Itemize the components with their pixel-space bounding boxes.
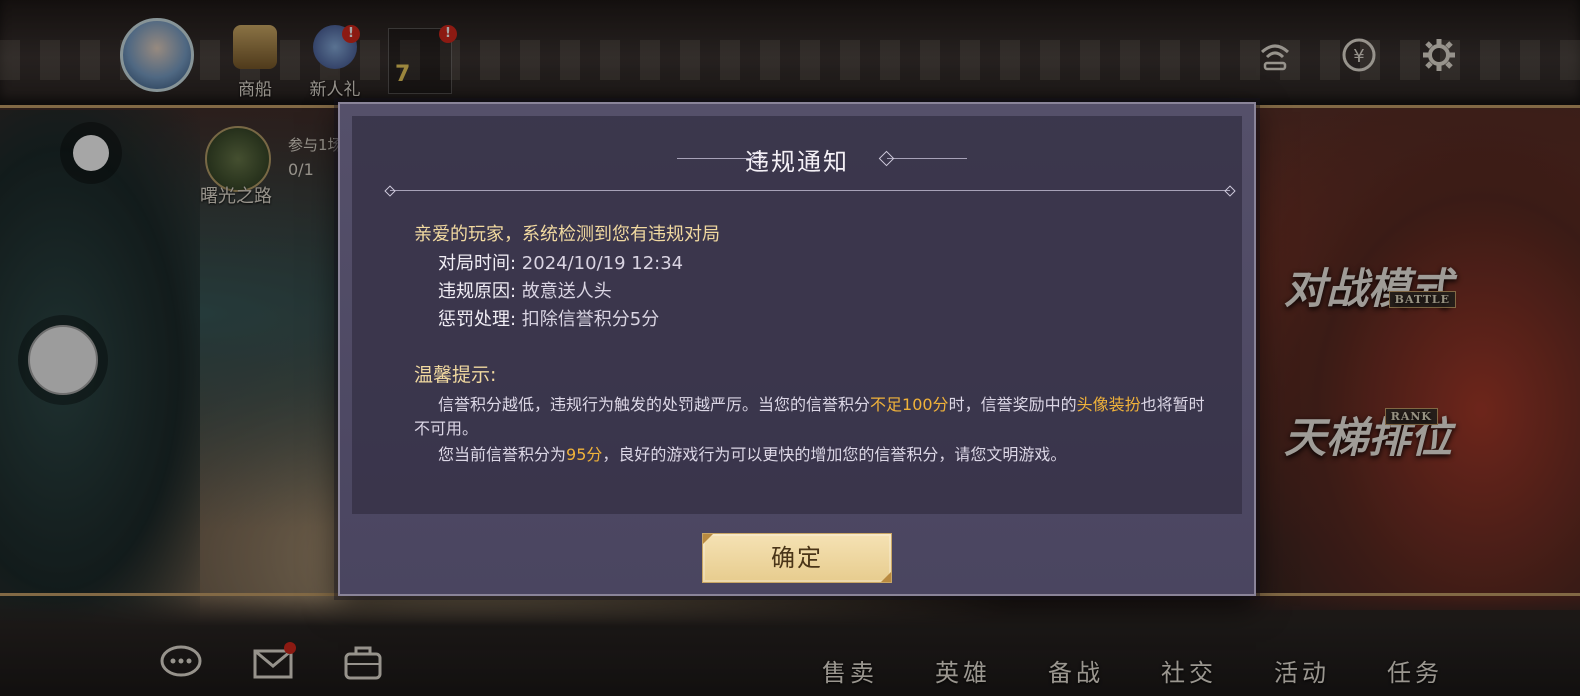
notice-body: 亲爱的玩家，系统检测到您有违规对局 对局时间: 2024/10/19 12:34… [414, 220, 1214, 467]
title-divider [390, 190, 1230, 191]
penalty-row: 惩罚处理: 扣除信誉积分5分 [438, 309, 660, 330]
tip-paragraph-2: 您当前信誉积分为95分，良好的游戏行为可以更快的增加您的信誉积分，请您文明游戏。 [438, 445, 1067, 464]
tip-paragraph-1: 信誉积分越低，违规行为触发的处罚越严厉。当您的信誉积分不足100分时，信誉奖励中… [414, 395, 1205, 438]
dialog-title: 违规通知 [745, 148, 849, 176]
match-time-row: 对局时间: 2024/10/19 12:34 [438, 253, 684, 274]
tip-title: 温馨提示: [414, 364, 497, 386]
greeting-text: 亲爱的玩家，系统检测到您有违规对局 [414, 224, 720, 245]
violation-notice-dialog: 违规通知 亲爱的玩家，系统检测到您有违规对局 对局时间: 2024/10/19 … [338, 102, 1256, 596]
dialog-content-panel: 违规通知 亲爱的玩家，系统检测到您有违规对局 对局时间: 2024/10/19 … [352, 116, 1242, 514]
confirm-button[interactable]: 确定 [702, 533, 892, 583]
violation-reason-row: 违规原因: 故意送人头 [438, 281, 612, 302]
title-ornament-right [887, 158, 967, 159]
